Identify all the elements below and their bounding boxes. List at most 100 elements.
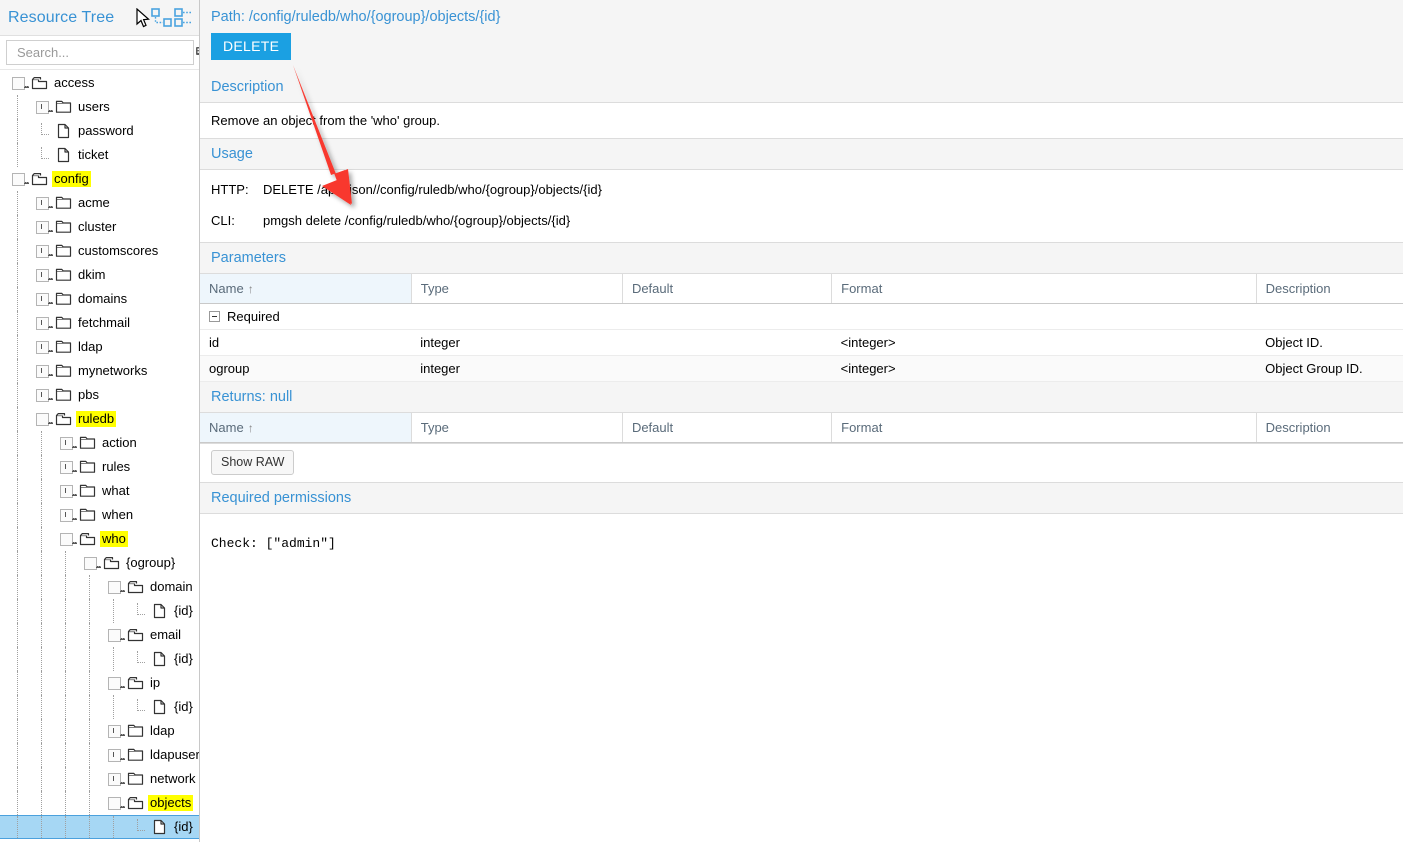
tree-item-objects[interactable]: objects: [0, 791, 200, 815]
folder-closed-icon: [55, 387, 73, 403]
tree-leaf-connector-icon: [130, 651, 146, 667]
tree-item-domains[interactable]: domains: [0, 287, 200, 311]
folder-open-icon: [127, 579, 145, 595]
table-row[interactable]: ogroup integer <integer> Object Group ID.: [200, 355, 1403, 382]
tree-collapse-icon[interactable]: [106, 627, 125, 643]
tree-expand-icon[interactable]: [106, 771, 125, 787]
param-cell-format: <integer>: [831, 355, 1257, 382]
tree-item-network[interactable]: network: [0, 767, 200, 791]
returns-col-name[interactable]: Name ↑: [200, 413, 412, 443]
tree-expand-icon[interactable]: [34, 291, 53, 307]
tree-collapse-icon[interactable]: [10, 171, 29, 187]
hierarchy-icon[interactable]: [150, 8, 192, 28]
resource-tree-list[interactable]: access users password ticket config acme clust…: [0, 70, 200, 842]
tree-item-customscores[interactable]: customscores: [0, 239, 200, 263]
tree-item-label: dkim: [78, 267, 106, 282]
tree-collapse-icon[interactable]: [82, 555, 101, 571]
tree-leaf-connector-icon: [130, 819, 146, 835]
tree-item-id[interactable]: {id}: [0, 599, 200, 623]
tree-item-ldapuser[interactable]: ldapuser: [0, 743, 200, 767]
tree-item-ip[interactable]: ip: [0, 671, 200, 695]
tree-item-when[interactable]: when: [0, 503, 200, 527]
show-raw-button[interactable]: Show RAW: [211, 450, 295, 475]
tree-expand-icon[interactable]: [34, 195, 53, 211]
tree-expand-icon[interactable]: [58, 459, 77, 475]
param-cell-name: id: [200, 329, 412, 356]
tree-expand-icon[interactable]: [58, 483, 77, 499]
tree-expand-icon[interactable]: [106, 723, 125, 739]
delete-method-button[interactable]: DELETE: [211, 33, 292, 60]
tree-item-rules[interactable]: rules: [0, 455, 200, 479]
tree-item-password[interactable]: password: [0, 119, 200, 143]
tree-item-email[interactable]: email: [0, 623, 200, 647]
tree-expand-icon[interactable]: [34, 267, 53, 283]
param-col-format[interactable]: Format: [831, 274, 1257, 304]
search-input[interactable]: [15, 42, 195, 63]
param-col-default[interactable]: Default: [622, 274, 833, 304]
tree-item-fetchmail[interactable]: fetchmail: [0, 311, 200, 335]
param-col-type[interactable]: Type: [411, 274, 623, 304]
tree-item-cluster[interactable]: cluster: [0, 215, 200, 239]
tree-collapse-icon[interactable]: [106, 579, 125, 595]
tree-item-ruledb[interactable]: ruledb: [0, 407, 200, 431]
tree-expand-icon[interactable]: [34, 99, 53, 115]
returns-col-default[interactable]: Default: [622, 413, 833, 443]
group-collapse-icon[interactable]: [209, 311, 220, 322]
tree-expand-icon[interactable]: [34, 243, 53, 259]
tree-item-access[interactable]: access: [0, 71, 200, 95]
returns-col-type[interactable]: Type: [411, 413, 623, 443]
folder-closed-icon: [55, 363, 73, 379]
returns-col-description[interactable]: Description: [1256, 413, 1403, 443]
tree-collapse-icon[interactable]: [106, 795, 125, 811]
tree-item-domain[interactable]: domain: [0, 575, 200, 599]
tree-item-id[interactable]: {id}: [0, 695, 200, 719]
param-cell-description: Object Group ID.: [1256, 355, 1403, 382]
tree-item-who[interactable]: who: [0, 527, 200, 551]
tree-expand-icon[interactable]: [34, 387, 53, 403]
tree-item-ldap[interactable]: ldap: [0, 335, 200, 359]
tree-item-label: {id}: [174, 651, 193, 666]
tree-expand-icon[interactable]: [34, 339, 53, 355]
search-box[interactable]: 1: [6, 40, 211, 65]
tree-item-action[interactable]: action: [0, 431, 200, 455]
param-col-name[interactable]: Name ↑: [200, 274, 412, 304]
table-row[interactable]: id integer <integer> Object ID.: [200, 329, 1403, 356]
tree-expand-icon[interactable]: [106, 747, 125, 763]
tree-expand-icon[interactable]: [34, 363, 53, 379]
tree-item-id[interactable]: {id}: [0, 815, 200, 839]
param-cell-format: <integer>: [831, 329, 1257, 356]
tree-expand-icon[interactable]: [34, 315, 53, 331]
tree-item-label: ldap: [78, 339, 103, 354]
param-group-row[interactable]: Required: [200, 303, 1403, 330]
tree-collapse-icon[interactable]: [34, 411, 53, 427]
tree-item-what[interactable]: what: [0, 479, 200, 503]
returns-col-format[interactable]: Format: [831, 413, 1257, 443]
tree-item-config[interactable]: config: [0, 167, 200, 191]
returns-col-description-label: Description: [1265, 420, 1331, 435]
tree-collapse-icon[interactable]: [106, 675, 125, 691]
tree-item-pbs[interactable]: pbs: [0, 383, 200, 407]
tree-expand-icon[interactable]: [58, 435, 77, 451]
tree-item-ticket[interactable]: ticket: [0, 143, 200, 167]
tree-collapse-icon[interactable]: [58, 531, 77, 547]
tree-expand-icon[interactable]: [58, 507, 77, 523]
tree-item-ogroup[interactable]: {ogroup}: [0, 551, 200, 575]
param-col-description[interactable]: Description: [1256, 274, 1403, 304]
tree-item-ldap[interactable]: ldap: [0, 719, 200, 743]
tree-item-label: fetchmail: [78, 315, 131, 330]
folder-closed-icon: [55, 195, 73, 211]
tree-collapse-icon[interactable]: [10, 75, 29, 91]
tree-item-users[interactable]: users: [0, 95, 200, 119]
tree-item-mynetworks[interactable]: mynetworks: [0, 359, 200, 383]
tree-item-dkim[interactable]: dkim: [0, 263, 200, 287]
folder-closed-icon: [79, 435, 97, 451]
usage-block: HTTP: DELETE /api2/json//config/ruledb/w…: [200, 170, 1403, 243]
param-cell-description: Object ID.: [1256, 329, 1403, 356]
tree-item-id[interactable]: {id}: [0, 647, 200, 671]
tree-item-acme[interactable]: acme: [0, 191, 200, 215]
tree-item-label: access: [54, 75, 95, 90]
tree-expand-icon[interactable]: [34, 219, 53, 235]
